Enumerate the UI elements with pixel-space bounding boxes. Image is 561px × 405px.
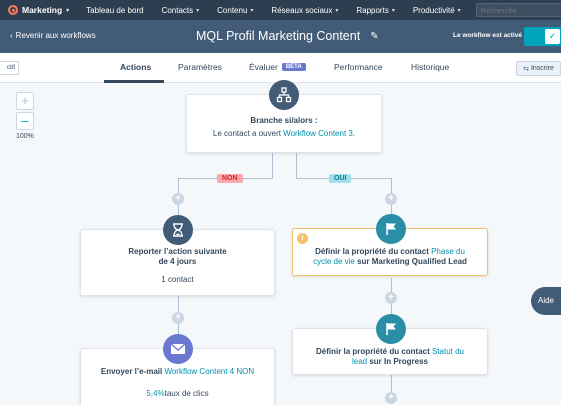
delay-contact-count[interactable]: 1 contact (81, 275, 274, 285)
branch-title: Branche si/alors : (250, 116, 318, 125)
nav-item-label: Tableau de bord (86, 5, 144, 15)
workflow-canvas[interactable]: + – 100% Branche si/alors : Le contact a… (0, 80, 561, 405)
add-action-button[interactable]: + (385, 392, 397, 404)
flag-icon (376, 214, 406, 244)
zoom-out-button[interactable]: – (16, 112, 34, 130)
top-nav: Marketing ▾ Tableau de bord Contacts ▾ Co… (0, 0, 561, 20)
branch-text: Le contact a ouvert (212, 129, 284, 138)
envelope-icon (163, 334, 193, 364)
branch-icon (269, 80, 299, 110)
nav-item-contacts[interactable]: Contacts ▾ (153, 6, 209, 15)
add-action-button[interactable]: + (172, 312, 184, 324)
zoom-in-button[interactable]: + (16, 92, 34, 110)
search-input[interactable] (475, 3, 561, 17)
nav-item-label: Rapports (356, 5, 389, 15)
nav-item-label: Contenu (217, 5, 248, 15)
brand-menu[interactable]: Marketing ▾ (0, 5, 77, 15)
email-title-text: Envoyer l’e-mail (100, 367, 165, 376)
add-action-button[interactable]: + (385, 193, 397, 205)
nav-item-label: Réseaux sociaux (271, 5, 333, 15)
workflow-title: MQL Profil Marketing Content (196, 29, 361, 43)
check-icon: ✓ (545, 29, 560, 44)
set-lifecycle-suffix: sur Marketing Qualified Lead (354, 257, 467, 266)
flag-icon (376, 314, 406, 344)
workflow-status-label: Le workflow est activé (453, 32, 522, 39)
add-action-button[interactable]: + (385, 292, 397, 304)
email-title: Envoyer l’e-mail Workflow Content 4 NON (81, 367, 274, 377)
nav-item-dashboard[interactable]: Tableau de bord (77, 6, 152, 15)
tab-bar: ctif Actions Paramètres Évaluer BÊTA Per… (0, 53, 561, 83)
tab-label: Historique (411, 62, 450, 72)
chevron-down-icon: ▾ (66, 7, 70, 14)
chevron-down-icon: ▾ (391, 7, 395, 14)
tab-evaluate[interactable]: Évaluer BÊTA (249, 62, 306, 72)
help-button[interactable]: Aide (531, 287, 561, 315)
enroll-icon: ⇆ (523, 65, 529, 73)
tab-settings[interactable]: Paramètres (178, 62, 222, 72)
nav-item-productivity[interactable]: Productivité ▾ (404, 6, 470, 15)
connector-line (296, 153, 297, 178)
hourglass-icon (163, 215, 193, 245)
set-lifecycle-text: Définir la propriété du contact Phase du… (311, 247, 469, 267)
hubspot-logo-icon (8, 5, 18, 15)
branch-email-link[interactable]: Workflow Content 3 (283, 129, 353, 138)
workflow-active-toggle[interactable]: ✓ (524, 27, 561, 46)
branch-yes-label: OUI (329, 174, 352, 183)
branch-condition: Le contact a ouvert Workflow Content 3. (187, 129, 381, 139)
enroll-button[interactable]: ⇆ Inscrire (516, 61, 561, 76)
nav-item-label: Productivité (412, 5, 455, 15)
chevron-left-icon: ‹ (10, 31, 13, 40)
nav-item-content[interactable]: Contenu ▾ (208, 6, 262, 15)
workflow-title-group: MQL Profil Marketing Content ✎ (196, 29, 379, 43)
nav-item-reports[interactable]: Rapports ▾ (347, 6, 403, 15)
nav-item-label: Contacts (161, 5, 194, 15)
email-stat: 5,4%taux de clics (81, 389, 274, 399)
chevron-down-icon: ▾ (196, 7, 200, 14)
beta-badge: BÊTA (281, 63, 306, 71)
set-status-text: Définir la propriété du contact Statut d… (311, 347, 469, 367)
tab-label: Paramètres (178, 62, 222, 72)
tab-label: Performance (334, 62, 383, 72)
warning-icon[interactable]: ! (297, 233, 308, 244)
tab-history[interactable]: Historique (411, 62, 449, 72)
tab-label: Actions (120, 62, 152, 72)
connector-line (272, 153, 273, 178)
back-to-workflows-link[interactable]: ‹ Revenir aux workflows (10, 31, 96, 40)
delay-title: Reporter l’action suivante de 4 jours (128, 247, 227, 266)
branch-text-suffix: . (352, 129, 356, 138)
click-rate-label: taux de clics (164, 389, 209, 398)
chevron-down-icon: ▾ (335, 7, 339, 14)
branch-no-label: NON (217, 174, 243, 183)
set-status-prefix: Définir la propriété du contact (315, 347, 432, 356)
nav-item-social[interactable]: Réseaux sociaux ▾ (262, 6, 347, 15)
enroll-label: Inscrire (530, 65, 554, 72)
click-rate-value[interactable]: 5,4% (146, 389, 164, 398)
back-label: Revenir aux workflows (15, 31, 96, 40)
left-action-button[interactable]: ctif (0, 61, 19, 75)
set-lifecycle-prefix: Définir la propriété du contact (315, 247, 432, 256)
add-action-button[interactable]: + (172, 193, 184, 205)
zoom-level: 100% (16, 133, 34, 140)
email-link[interactable]: Workflow Content 4 NON (164, 367, 254, 376)
chevron-down-icon: ▾ (457, 7, 461, 14)
pencil-icon[interactable]: ✎ (370, 31, 378, 42)
tab-label: Évaluer (249, 62, 278, 72)
brand-label: Marketing (22, 5, 63, 15)
tab-actions[interactable]: Actions (120, 62, 151, 72)
tab-performance[interactable]: Performance (334, 62, 383, 72)
chevron-down-icon: ▾ (250, 7, 254, 14)
workflow-header: ‹ Revenir aux workflows MQL Profil Marke… (0, 20, 561, 53)
set-status-suffix: sur In Progress (367, 357, 429, 366)
